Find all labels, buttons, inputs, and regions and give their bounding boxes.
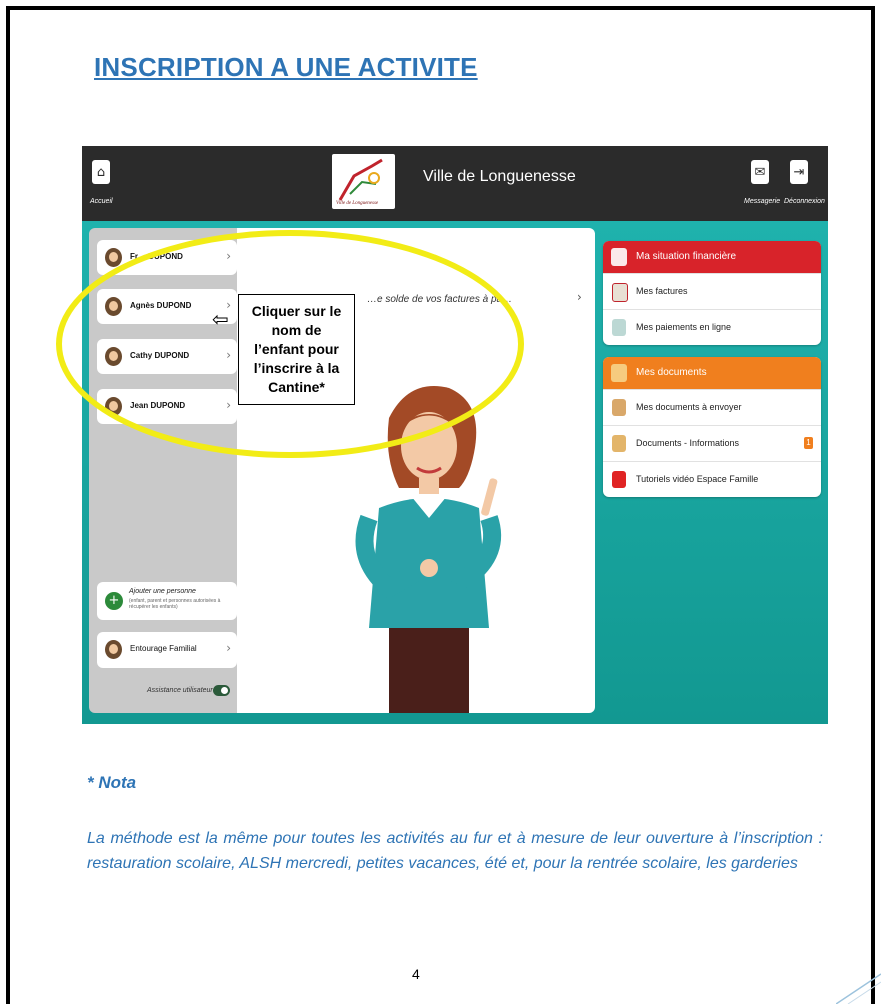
home-label[interactable]: Accueil [90,198,113,205]
add-person-subtitle: (enfant, parent et personnes autorisées … [129,598,221,610]
assistant-toggle[interactable] [213,685,230,696]
video-tutorials-item[interactable]: Tutoriels vidéo Espace Famille [603,461,821,497]
add-person-title: Ajouter une personne [129,588,196,595]
page-number: 4 [412,966,420,982]
online-payments-item[interactable]: Mes paiements en ligne [603,309,821,345]
chevron-right-icon: › [226,641,231,655]
top-bar: ⌂ Accueil Ville de Longuenesse Ville de … [82,146,828,221]
documents-card: Mes documents Mes documents à envoyer Do… [603,357,821,497]
family-circle-item[interactable]: Entourage Familial › [97,632,237,668]
avatar [105,248,122,267]
payment-terminal-icon [612,319,626,336]
documents-icon [611,364,627,382]
family-circle-label: Entourage Familial [130,644,197,653]
document-title: INSCRIPTION A UNE ACTIVITE [94,52,478,82]
finance-card-header[interactable]: Ma situation financière [603,241,821,273]
instruction-callout: Cliquer sur le nom de l’enfant pour l’in… [238,294,355,405]
documents-to-send-label: Mes documents à envoyer [636,402,742,412]
invoices-item[interactable]: Mes factures [603,273,821,309]
notification-badge: 1 [804,437,813,449]
video-play-icon [612,471,626,488]
finance-card: Ma situation financière Mes factures Mes… [603,241,821,345]
upload-document-icon [612,399,626,416]
corner-decoration [836,973,881,1004]
invoice-icon [612,283,628,302]
finance-icon [611,248,627,266]
messaging-label[interactable]: Messagerie [744,198,780,205]
messaging-icon[interactable]: ✉ [751,160,769,184]
documents-to-send-item[interactable]: Mes documents à envoyer [603,389,821,425]
city-logo: Ville de Longuenesse [332,154,395,209]
logout-icon[interactable]: ⇥ [790,160,808,184]
callout-text: Cliquer sur le nom de l’enfant pour l’in… [251,303,342,395]
documents-card-header[interactable]: Mes documents [603,357,821,389]
add-person-button[interactable]: + Ajouter une personne (enfant, parent e… [97,582,237,620]
info-document-icon [612,435,626,452]
city-name: Ville de Longuenesse [423,168,576,185]
nota-heading: * Nota [87,773,137,792]
avatar [105,640,122,659]
plus-icon: + [105,592,123,610]
documents-card-title: Mes documents [636,367,707,378]
left-arrow-icon: ⇦ [212,307,229,331]
logout-label[interactable]: Déconnexion [784,198,825,205]
video-tutorials-label: Tutoriels vidéo Espace Famille [636,474,759,484]
logo-caption: Ville de Longuenesse [336,201,379,206]
nota-body: La méthode est la même pour toutes les a… [87,830,823,872]
chevron-right-icon[interactable]: › [577,290,582,304]
home-icon[interactable]: ⌂ [92,160,110,184]
invoices-label: Mes factures [636,286,688,296]
online-payments-label: Mes paiements en ligne [636,322,732,332]
finance-card-title: Ma situation financière [636,251,737,262]
assistant-label: Assistance utilisateur : [147,687,217,694]
documents-information-label: Documents - Informations [636,438,740,448]
documents-information-item[interactable]: Documents - Informations 1 [603,425,821,461]
